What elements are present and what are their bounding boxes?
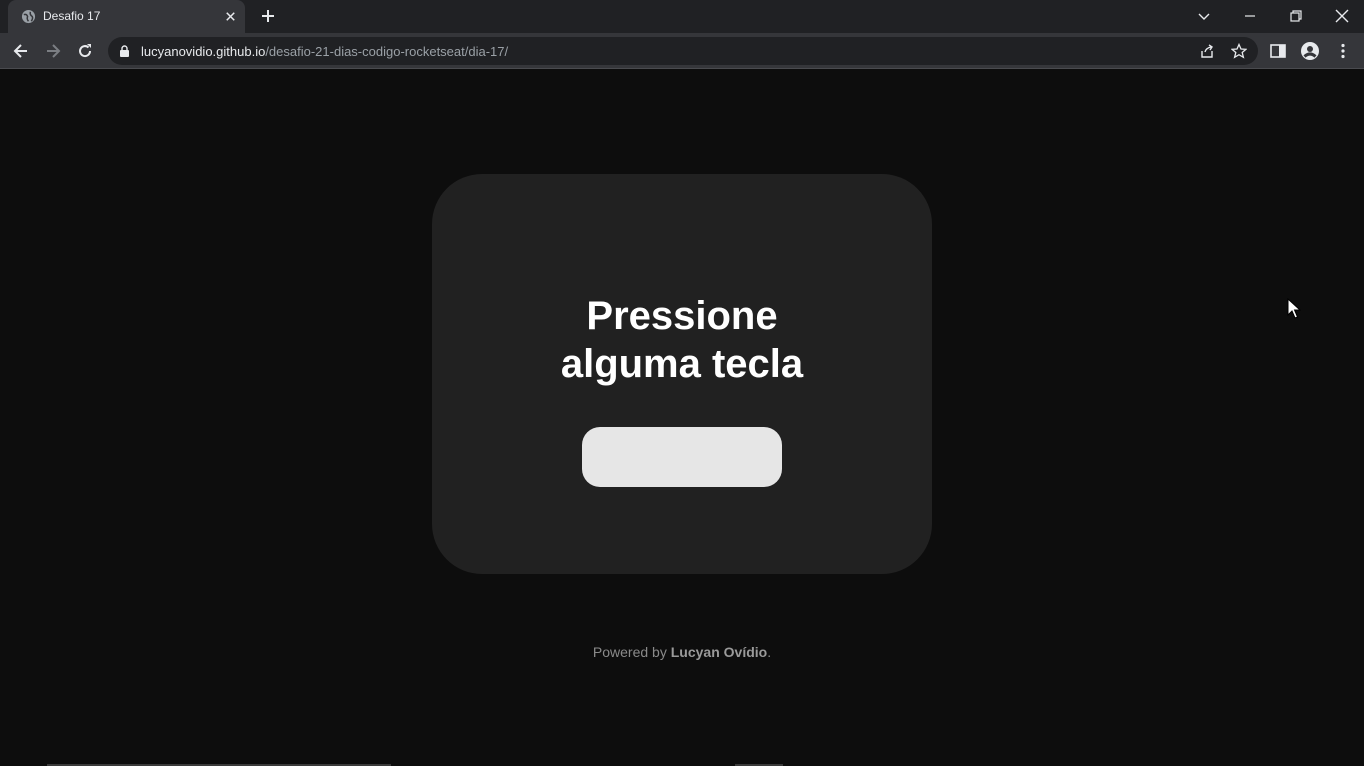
restore-icon[interactable] xyxy=(1286,6,1306,26)
browser-toolbar: lucyanovidio.github.io/desafio-21-dias-c… xyxy=(0,33,1364,69)
heading-line-2: alguma tecla xyxy=(560,342,804,386)
pressed-key-display xyxy=(582,427,782,487)
key-card: Pressione alguma tecla xyxy=(432,174,932,574)
profile-avatar-icon[interactable] xyxy=(1301,42,1319,60)
heading-line-1: Pressione xyxy=(586,294,778,338)
url-text[interactable]: lucyanovidio.github.io/desafio-21-dias-c… xyxy=(141,44,508,59)
globe-icon xyxy=(21,9,36,24)
url-path: /desafio-21-dias-codigo-rocketseat/dia-1… xyxy=(265,44,509,59)
back-arrow-icon[interactable] xyxy=(11,41,31,61)
tab-title: Desafio 17 xyxy=(43,9,101,23)
tab-search-icon[interactable] xyxy=(1194,6,1214,26)
lock-icon[interactable] xyxy=(119,45,130,57)
close-window-icon[interactable] xyxy=(1332,6,1352,26)
address-bar[interactable]: lucyanovidio.github.io/desafio-21-dias-c… xyxy=(108,37,1258,65)
side-panel-icon[interactable] xyxy=(1269,42,1287,60)
new-tab-icon[interactable] xyxy=(259,7,277,25)
url-host: lucyanovidio.github.io xyxy=(141,44,266,59)
footer: Powered by Lucyan Ovídio. xyxy=(0,644,1364,660)
share-icon[interactable] xyxy=(1199,43,1215,59)
page-viewport: Pressione alguma tecla Powered by Lucyan… xyxy=(0,70,1364,766)
menu-kebab-icon[interactable] xyxy=(1334,42,1352,60)
minimize-icon[interactable] xyxy=(1240,6,1260,26)
close-tab-icon[interactable] xyxy=(223,9,238,24)
browser-tab-strip: Desafio 17 xyxy=(0,0,1364,33)
bookmark-star-icon[interactable] xyxy=(1231,43,1247,59)
page-heading: Pressione alguma tecla xyxy=(432,292,932,388)
footer-prefix: Powered by xyxy=(592,644,671,660)
browser-tab[interactable]: Desafio 17 xyxy=(8,0,245,33)
forward-arrow-icon[interactable] xyxy=(43,41,63,61)
footer-suffix: . xyxy=(767,644,772,660)
reload-icon[interactable] xyxy=(75,41,95,61)
footer-author: Lucyan Ovídio xyxy=(670,644,768,660)
mouse-cursor-icon xyxy=(1287,298,1301,319)
